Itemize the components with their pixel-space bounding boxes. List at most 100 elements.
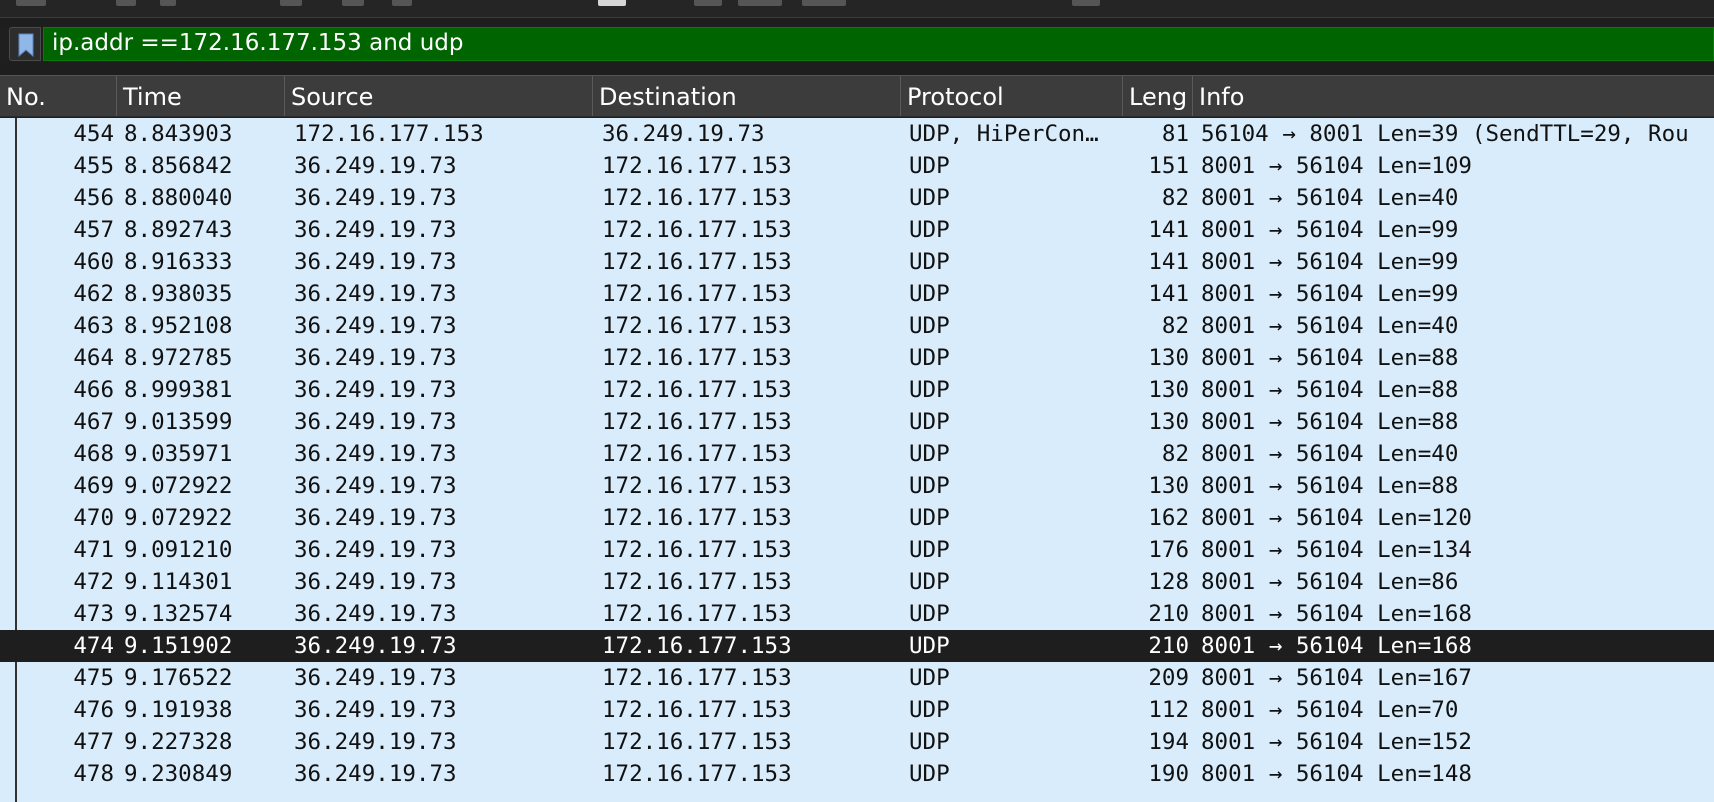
packet-list[interactable]: 454 8.843903 172.16.177.153 36.249.19.73 UDP… <box>0 118 1714 802</box>
table-row[interactable]: 476 9.191938 36.249.19.73 172.16.177.153 UDP… <box>0 694 1714 726</box>
table-row[interactable]: 471 9.091210 36.249.19.73 172.16.177.153 UDP… <box>0 534 1714 566</box>
packet-protocol: UDP <box>909 633 950 659</box>
column-header-time[interactable]: Time <box>116 76 284 116</box>
toolbar-button[interactable] <box>1072 0 1100 6</box>
table-row[interactable]: 477 9.227328 36.249.19.73 172.16.177.153 UDP… <box>0 726 1714 758</box>
table-row[interactable]: 468 9.035971 36.249.19.73 172.16.177.153 UDP… <box>0 438 1714 470</box>
table-row[interactable]: 469 9.072922 36.249.19.73 172.16.177.153 UDP… <box>0 470 1714 502</box>
packet-length: 141 <box>1148 281 1189 307</box>
packet-source: 36.249.19.73 <box>294 249 457 275</box>
packet-protocol: UDP <box>909 601 950 627</box>
packet-number: 473 <box>73 601 114 627</box>
table-row[interactable]: 463 8.952108 36.249.19.73 172.16.177.153 UDP… <box>0 310 1714 342</box>
packet-protocol: UDP <box>909 377 950 403</box>
packet-length: 209 <box>1148 665 1189 691</box>
packet-info: 8001 → 56104 Len=152 <box>1201 729 1472 755</box>
table-row[interactable]: 474 9.151902 36.249.19.73 172.16.177.153 UDP… <box>0 630 1714 662</box>
table-row[interactable]: 457 8.892743 36.249.19.73 172.16.177.153 UDP… <box>0 214 1714 246</box>
packet-destination: 172.16.177.153 <box>602 185 792 211</box>
packet-number: 476 <box>73 697 114 723</box>
packet-time: 9.176522 <box>124 665 233 691</box>
packet-destination: 172.16.177.153 <box>602 697 792 723</box>
table-row[interactable]: 454 8.843903 172.16.177.153 36.249.19.73 UDP… <box>0 118 1714 150</box>
toolbar-button[interactable] <box>342 0 364 6</box>
packet-list-header: No. Time Source Destination Protocol Len… <box>0 75 1714 117</box>
toolbar-button[interactable] <box>802 0 846 6</box>
packet-time: 9.114301 <box>124 569 233 595</box>
column-header-destination[interactable]: Destination <box>592 76 900 116</box>
packet-time: 8.880040 <box>124 185 233 211</box>
table-row[interactable]: 478 9.230849 36.249.19.73 172.16.177.153 UDP… <box>0 758 1714 790</box>
packet-number: 469 <box>73 473 114 499</box>
packet-info: 8001 → 56104 Len=88 <box>1201 473 1459 499</box>
packet-source: 36.249.19.73 <box>294 729 457 755</box>
table-row[interactable]: 470 9.072922 36.249.19.73 172.16.177.153 UDP… <box>0 502 1714 534</box>
packet-length: 130 <box>1148 345 1189 371</box>
column-header-info[interactable]: Info <box>1192 76 1714 116</box>
packet-length: 176 <box>1148 537 1189 563</box>
toolbar-button[interactable] <box>598 0 626 6</box>
column-header-length[interactable]: Leng <box>1122 76 1192 116</box>
packet-destination: 172.16.177.153 <box>602 441 792 467</box>
packet-time: 8.999381 <box>124 377 233 403</box>
table-row[interactable]: 462 8.938035 36.249.19.73 172.16.177.153 UDP… <box>0 278 1714 310</box>
filter-bookmark-button[interactable] <box>9 27 41 61</box>
packet-time: 9.013599 <box>124 409 233 435</box>
column-header-protocol[interactable]: Protocol <box>900 76 1122 116</box>
toolbar-button[interactable] <box>694 0 722 6</box>
packet-time: 8.892743 <box>124 217 233 243</box>
toolbar-button[interactable] <box>116 0 136 6</box>
packet-info: 8001 → 56104 Len=99 <box>1201 217 1459 243</box>
table-row[interactable]: 473 9.132574 36.249.19.73 172.16.177.153 UDP… <box>0 598 1714 630</box>
packet-source: 36.249.19.73 <box>294 633 457 659</box>
table-row[interactable]: 467 9.013599 36.249.19.73 172.16.177.153 UDP… <box>0 406 1714 438</box>
packet-destination: 172.16.177.153 <box>602 569 792 595</box>
packet-length: 210 <box>1148 633 1189 659</box>
packet-info: 8001 → 56104 Len=40 <box>1201 313 1459 339</box>
packet-length: 151 <box>1148 153 1189 179</box>
column-header-source[interactable]: Source <box>284 76 592 116</box>
packet-length: 194 <box>1148 729 1189 755</box>
packet-destination: 36.249.19.73 <box>602 121 765 147</box>
packet-number: 467 <box>73 409 114 435</box>
packet-source: 36.249.19.73 <box>294 569 457 595</box>
display-filter-input[interactable]: ip.addr ==172.16.177.153 and udp <box>43 27 1714 61</box>
packet-protocol: UDP <box>909 697 950 723</box>
packet-time: 8.856842 <box>124 153 233 179</box>
packet-time: 8.843903 <box>124 121 233 147</box>
packet-number: 455 <box>73 153 114 179</box>
packet-length: 130 <box>1148 377 1189 403</box>
packet-info: 8001 → 56104 Len=40 <box>1201 185 1459 211</box>
packet-time: 9.151902 <box>124 633 233 659</box>
packet-length: 190 <box>1148 761 1189 787</box>
table-row[interactable]: 466 8.999381 36.249.19.73 172.16.177.153 UDP… <box>0 374 1714 406</box>
packet-destination: 172.16.177.153 <box>602 377 792 403</box>
toolbar-button[interactable] <box>16 0 46 6</box>
packet-info: 8001 → 56104 Len=86 <box>1201 569 1459 595</box>
table-row[interactable]: 472 9.114301 36.249.19.73 172.16.177.153 UDP… <box>0 566 1714 598</box>
toolbar-button[interactable] <box>160 0 176 6</box>
packet-number: 466 <box>73 377 114 403</box>
toolbar-button[interactable] <box>738 0 782 6</box>
table-row[interactable]: 460 8.916333 36.249.19.73 172.16.177.153 UDP… <box>0 246 1714 278</box>
packet-source: 36.249.19.73 <box>294 505 457 531</box>
packet-destination: 172.16.177.153 <box>602 217 792 243</box>
packet-time: 9.227328 <box>124 729 233 755</box>
column-header-no[interactable]: No. <box>0 76 116 116</box>
table-row[interactable]: 455 8.856842 36.249.19.73 172.16.177.153 UDP… <box>0 150 1714 182</box>
packet-source: 36.249.19.73 <box>294 185 457 211</box>
packet-time: 9.072922 <box>124 473 233 499</box>
packet-number: 462 <box>73 281 114 307</box>
packet-length: 130 <box>1148 473 1189 499</box>
table-row[interactable]: 456 8.880040 36.249.19.73 172.16.177.153 UDP… <box>0 182 1714 214</box>
table-row[interactable]: 475 9.176522 36.249.19.73 172.16.177.153 UDP… <box>0 662 1714 694</box>
packet-protocol: UDP <box>909 185 950 211</box>
packet-length: 141 <box>1148 217 1189 243</box>
toolbar-button[interactable] <box>280 0 302 6</box>
table-row[interactable]: 464 8.972785 36.249.19.73 172.16.177.153 UDP… <box>0 342 1714 374</box>
toolbar-button[interactable] <box>392 0 412 6</box>
packet-protocol: UDP <box>909 153 950 179</box>
packet-protocol: UDP <box>909 217 950 243</box>
packet-source: 36.249.19.73 <box>294 217 457 243</box>
packet-number: 463 <box>73 313 114 339</box>
